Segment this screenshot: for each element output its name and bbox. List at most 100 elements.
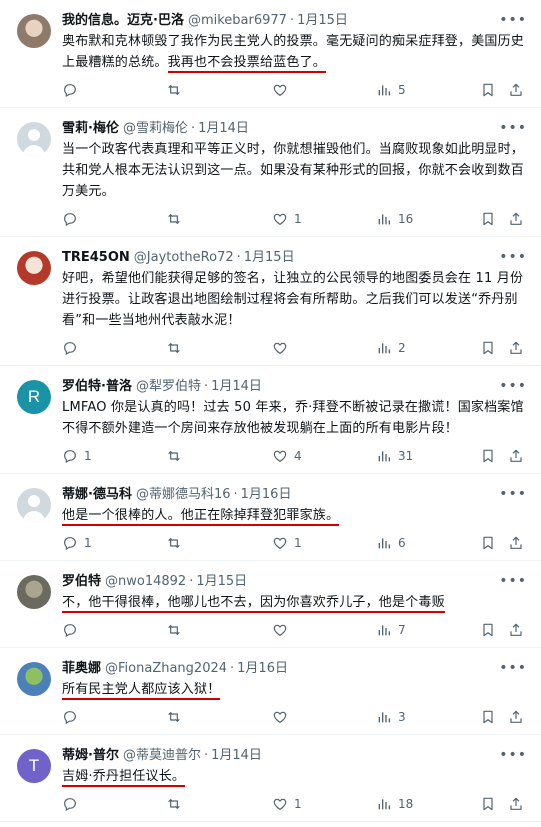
- tweet-time[interactable]: 1月15日: [297, 12, 348, 30]
- author-handle[interactable]: @FionaZhang2024: [105, 660, 227, 678]
- views-button[interactable]: 6: [376, 535, 406, 551]
- avatar[interactable]: [17, 488, 51, 522]
- bookmark-button[interactable]: [480, 535, 496, 551]
- tweet-time[interactable]: 1月14日: [198, 120, 249, 138]
- reply-icon: [64, 537, 76, 551]
- avatar[interactable]: [17, 575, 51, 609]
- tweet[interactable]: T 蒂姆·普尔 @蒂莫迪普尔 · 1月14日 ••• 吉姆·乔丹担任议长。 1: [0, 735, 541, 822]
- retweet-button[interactable]: [166, 796, 188, 812]
- like-button[interactable]: 4: [272, 448, 302, 464]
- reply-button[interactable]: [62, 796, 84, 812]
- share-button[interactable]: [508, 709, 524, 725]
- bookmark-button[interactable]: [480, 622, 496, 638]
- more-options-icon[interactable]: •••: [499, 573, 527, 589]
- views-button[interactable]: 7: [376, 622, 406, 638]
- tweet-time[interactable]: 1月15日: [244, 249, 295, 267]
- tweet[interactable]: TRE45ON @JaytotheRo72 · 1月15日 ••• 好吧，希望他…: [0, 237, 541, 366]
- share-button[interactable]: [508, 622, 524, 638]
- reply-button[interactable]: [62, 82, 84, 98]
- bookmark-button[interactable]: [480, 796, 496, 812]
- author-handle[interactable]: @nwo14892: [105, 573, 186, 591]
- like-button[interactable]: [272, 340, 294, 356]
- author-name[interactable]: TRE45ON: [62, 249, 130, 267]
- author-handle[interactable]: @犁罗伯特: [136, 378, 201, 396]
- views-button[interactable]: 31: [376, 448, 413, 464]
- author-handle[interactable]: @蒂莫迪普尔: [123, 747, 201, 765]
- retweet-button[interactable]: [166, 535, 188, 551]
- retweet-button[interactable]: [166, 340, 188, 356]
- retweet-button[interactable]: [166, 448, 188, 464]
- reply-button[interactable]: [62, 709, 84, 725]
- avatar[interactable]: [17, 662, 51, 696]
- share-button[interactable]: [508, 340, 524, 356]
- tweet-time[interactable]: 1月14日: [211, 747, 262, 765]
- share-button[interactable]: [508, 448, 524, 464]
- like-button[interactable]: 1: [272, 796, 302, 812]
- more-options-icon[interactable]: •••: [499, 660, 527, 676]
- bookmark-button[interactable]: [480, 340, 496, 356]
- tweet-time[interactable]: 1月15日: [196, 573, 247, 591]
- more-options-icon[interactable]: •••: [499, 378, 527, 394]
- author-name[interactable]: 罗伯特·普洛: [62, 378, 132, 396]
- retweet-button[interactable]: [166, 211, 188, 227]
- author-handle[interactable]: @mikebar6977: [188, 12, 287, 30]
- bookmark-button[interactable]: [480, 82, 496, 98]
- retweet-button[interactable]: [166, 622, 188, 638]
- author-name[interactable]: 罗伯特: [62, 573, 101, 591]
- heart-icon: [273, 342, 287, 355]
- more-options-icon[interactable]: •••: [499, 747, 527, 763]
- author-name[interactable]: 我的信息。迈克·巴洛: [62, 12, 184, 30]
- avatar[interactable]: [17, 122, 51, 156]
- author-handle[interactable]: @JaytotheRo72: [134, 249, 234, 267]
- share-button[interactable]: [508, 82, 524, 98]
- share-button[interactable]: [508, 535, 524, 551]
- avatar[interactable]: [17, 14, 51, 48]
- views-button[interactable]: 3: [376, 709, 406, 725]
- retweet-button[interactable]: [166, 709, 188, 725]
- reply-button[interactable]: [62, 340, 84, 356]
- tweet[interactable]: 雪莉·梅伦 @雪莉梅伦 · 1月14日 ••• 当一个政客代表真理和平等正义时，…: [0, 108, 541, 237]
- reply-button[interactable]: [62, 622, 84, 638]
- author-name[interactable]: 蒂姆·普尔: [62, 747, 119, 765]
- author-handle[interactable]: @蒂娜德马科16: [136, 486, 231, 504]
- views-button[interactable]: 16: [376, 211, 413, 227]
- more-options-icon[interactable]: •••: [499, 249, 527, 265]
- share-button[interactable]: [508, 796, 524, 812]
- avatar[interactable]: [17, 251, 51, 285]
- bookmark-button[interactable]: [480, 211, 496, 227]
- tweet-time[interactable]: 1月16日: [237, 660, 288, 678]
- like-button[interactable]: [272, 82, 294, 98]
- author-name[interactable]: 菲奥娜: [62, 660, 101, 678]
- like-button[interactable]: 1: [272, 211, 302, 227]
- reply-button[interactable]: 1: [62, 535, 92, 551]
- author-name[interactable]: 蒂娜·德马科: [62, 486, 132, 504]
- tweet[interactable]: 罗伯特 @nwo14892 · 1月15日 ••• 不，他干得很棒，他哪儿也不去…: [0, 561, 541, 648]
- tweet-time[interactable]: 1月16日: [241, 486, 292, 504]
- tweet[interactable]: R 罗伯特·普洛 @犁罗伯特 · 1月14日 ••• LMFAO 你是认真的吗！…: [0, 366, 541, 474]
- more-options-icon[interactable]: •••: [499, 12, 527, 28]
- like-button[interactable]: [272, 622, 294, 638]
- reply-button[interactable]: 1: [62, 448, 92, 464]
- bookmark-button[interactable]: [480, 709, 496, 725]
- avatar[interactable]: T: [17, 749, 51, 783]
- views-button[interactable]: 18: [376, 796, 413, 812]
- like-button[interactable]: 1: [272, 535, 302, 551]
- more-options-icon[interactable]: •••: [499, 120, 527, 136]
- tweet[interactable]: 蒂娜·德马科 @蒂娜德马科16 · 1月16日 ••• 他是一个很棒的人。他正在…: [0, 474, 541, 561]
- bookmark-button[interactable]: [480, 448, 496, 464]
- tweet[interactable]: 菲奥娜 @FionaZhang2024 · 1月16日 ••• 所有民主党人都应…: [0, 648, 541, 735]
- author-handle[interactable]: @雪莉梅伦: [123, 120, 188, 138]
- view-count: 6: [398, 536, 406, 550]
- author-name[interactable]: 雪莉·梅伦: [62, 120, 119, 138]
- retweet-button[interactable]: [166, 82, 188, 98]
- avatar[interactable]: R: [17, 380, 51, 414]
- bar-chart-icon: [378, 538, 390, 549]
- views-button[interactable]: 2: [376, 340, 406, 356]
- share-button[interactable]: [508, 211, 524, 227]
- tweet-time[interactable]: 1月14日: [211, 378, 262, 396]
- like-button[interactable]: [272, 709, 294, 725]
- views-button[interactable]: 5: [376, 82, 406, 98]
- tweet[interactable]: 我的信息。迈克·巴洛 @mikebar6977 · 1月15日 ••• 奥布默和…: [0, 0, 541, 108]
- reply-button[interactable]: [62, 211, 84, 227]
- more-options-icon[interactable]: •••: [499, 486, 527, 502]
